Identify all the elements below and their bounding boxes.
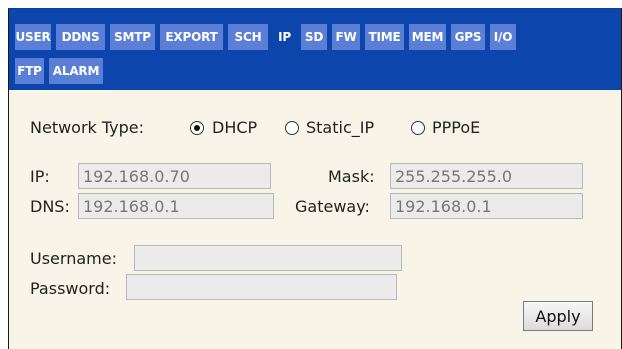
radio-dhcp[interactable] bbox=[190, 121, 204, 135]
ip-label: IP: bbox=[30, 167, 50, 186]
radio-dhcp-label: DHCP bbox=[212, 118, 258, 137]
settings-frame: USER DDNS SMTP EXPORT SCH IP SD FW TIME … bbox=[8, 8, 622, 349]
tab-sch[interactable]: SCH bbox=[228, 24, 268, 50]
dns-input[interactable] bbox=[78, 193, 274, 219]
radio-static-ip-label: Static_IP bbox=[306, 118, 375, 137]
tab-gps[interactable]: GPS bbox=[451, 24, 485, 50]
tab-ip[interactable]: IP bbox=[273, 24, 296, 50]
tab-smtp[interactable]: SMTP bbox=[110, 24, 155, 50]
tab-ddns[interactable]: DDNS bbox=[56, 24, 105, 50]
radio-static-ip[interactable] bbox=[285, 121, 299, 135]
gateway-input[interactable] bbox=[390, 193, 583, 219]
mask-input[interactable] bbox=[390, 163, 583, 189]
password-input[interactable] bbox=[126, 274, 397, 300]
tab-fw[interactable]: FW bbox=[332, 24, 360, 50]
username-label: Username: bbox=[30, 249, 117, 268]
ip-input[interactable] bbox=[78, 163, 271, 189]
password-label: Password: bbox=[30, 279, 111, 298]
tab-time[interactable]: TIME bbox=[365, 24, 404, 50]
ip-settings-panel: Network Type: DHCP Static_IP PPPoE IP: M… bbox=[9, 90, 621, 349]
dns-label: DNS: bbox=[30, 197, 70, 216]
radio-pppoe[interactable] bbox=[411, 121, 425, 135]
apply-button[interactable]: Apply bbox=[523, 301, 593, 331]
tab-io[interactable]: I/O bbox=[490, 24, 516, 50]
radio-pppoe-label: PPPoE bbox=[432, 118, 481, 137]
username-input[interactable] bbox=[134, 245, 402, 271]
mask-label: Mask: bbox=[328, 167, 375, 186]
network-type-label: Network Type: bbox=[30, 118, 145, 137]
tab-bar: USER DDNS SMTP EXPORT SCH IP SD FW TIME … bbox=[9, 9, 621, 90]
tab-mem[interactable]: MEM bbox=[409, 24, 446, 50]
tab-sd[interactable]: SD bbox=[301, 24, 327, 50]
tab-export[interactable]: EXPORT bbox=[160, 24, 223, 50]
gateway-label: Gateway: bbox=[295, 197, 370, 216]
tab-alarm[interactable]: ALARM bbox=[49, 58, 103, 84]
tab-ftp[interactable]: FTP bbox=[15, 58, 44, 84]
tab-user[interactable]: USER bbox=[15, 24, 51, 50]
